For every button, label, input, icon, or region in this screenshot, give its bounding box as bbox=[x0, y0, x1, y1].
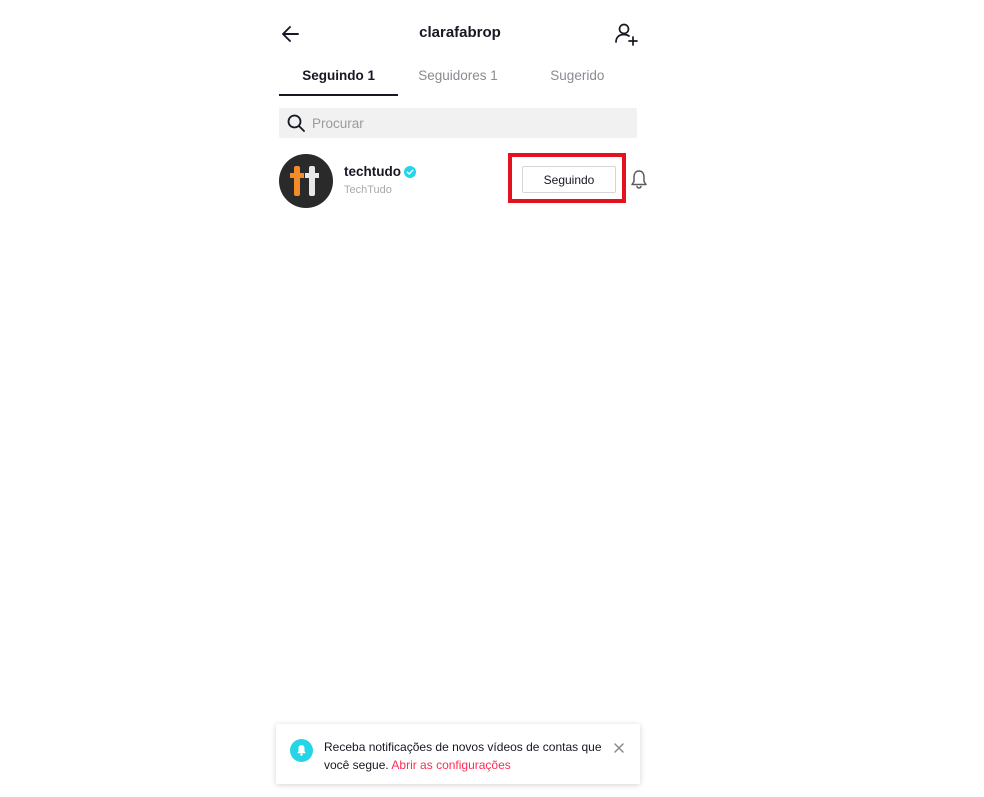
tab-followers[interactable]: Seguidores 1 bbox=[398, 62, 517, 96]
add-user-button[interactable] bbox=[612, 20, 640, 48]
page-title: clarafabrop bbox=[419, 24, 501, 41]
avatar[interactable] bbox=[279, 154, 333, 208]
verified-badge-icon bbox=[404, 165, 416, 178]
username[interactable]: techtudo bbox=[344, 164, 416, 179]
tab-suggested[interactable]: Sugerido bbox=[518, 62, 637, 96]
search-icon bbox=[287, 114, 305, 132]
tab-following[interactable]: Seguindo 1 bbox=[279, 62, 399, 96]
tabs: Seguindo 1 Seguidores 1 Sugerido bbox=[279, 62, 637, 96]
page: clarafabrop Seguindo 1 Seguidores 1 Suge… bbox=[0, 0, 984, 797]
nickname: TechTudo bbox=[344, 184, 392, 196]
bell-icon bbox=[631, 170, 647, 189]
toast-bell-icon bbox=[290, 739, 313, 762]
add-user-icon bbox=[615, 23, 638, 46]
bell-icon bbox=[297, 745, 306, 756]
techtudo-logo-icon bbox=[290, 166, 319, 196]
username-text: techtudo bbox=[344, 164, 401, 179]
notification-toast: Receba notificações de novos vídeos de c… bbox=[276, 724, 640, 784]
following-screen: clarafabrop Seguindo 1 Seguidores 1 Suge… bbox=[270, 0, 650, 797]
open-settings-link[interactable]: Abrir as configurações bbox=[391, 758, 510, 772]
toast-close-button[interactable] bbox=[612, 741, 626, 755]
search-input[interactable] bbox=[310, 114, 614, 132]
list-item[interactable]: techtudo TechTudo Seguindo bbox=[279, 153, 647, 209]
following-button[interactable]: Seguindo bbox=[522, 166, 616, 193]
notification-bell-button[interactable] bbox=[628, 168, 650, 190]
toast-message: Receba notificações de novos vídeos de c… bbox=[324, 738, 604, 774]
close-icon bbox=[614, 743, 624, 753]
search-bar bbox=[279, 108, 637, 138]
header: clarafabrop bbox=[270, 14, 650, 54]
